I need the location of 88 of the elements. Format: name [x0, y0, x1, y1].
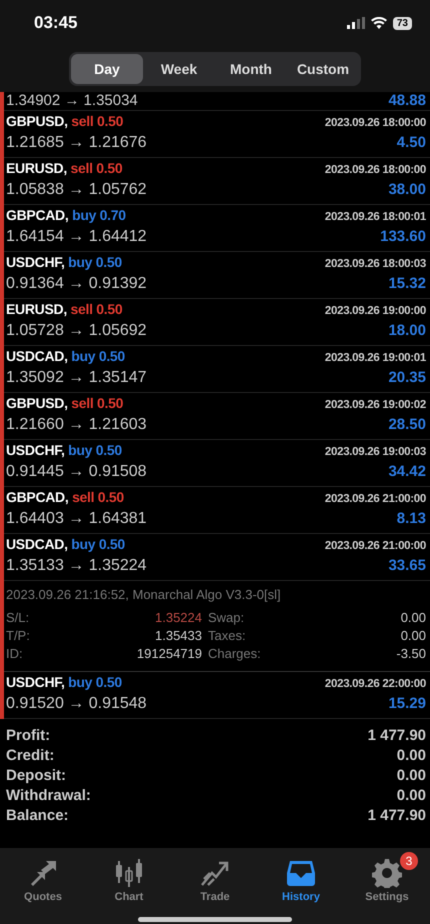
period-tab[interactable]: Custom [287, 54, 359, 84]
detail-value: 0.00 [400, 628, 426, 643]
deal-comment: 2023.09.26 21:16:52, Monarchal Algo V3.3-0[sl] [6, 587, 282, 602]
price-range: 1.34902 → 1.35034 [6, 94, 138, 108]
detail-value: 1.35433 [154, 628, 202, 643]
profit-value: 18.00 [388, 322, 426, 339]
profit-value: 133.60 [380, 228, 426, 245]
detail-label: ID: [6, 646, 24, 661]
deal-title[interactable]: GBPUSD, sell 0.50 [6, 395, 124, 411]
profit-value: 15.32 [388, 275, 426, 292]
price-range: 1.64154 → 1.64412 [6, 228, 147, 246]
price-range: 1.64403 → 1.64381 [6, 510, 147, 528]
period-tab[interactable]: Month [215, 54, 287, 84]
price-range: 0.91445 → 0.91508 [6, 463, 147, 481]
price-range: 0.91520 → 0.91548 [6, 695, 147, 713]
battery-icon: 73 [392, 16, 412, 30]
deal-title[interactable]: USDCAD, buy 0.50 [6, 348, 125, 364]
tab-bar-item[interactable]: Chart [89, 850, 169, 912]
notification-badge: 3 [400, 852, 418, 870]
arrows-icon [29, 860, 57, 886]
summary-value: 1 477.90 [368, 727, 426, 744]
deal-title[interactable]: USDCAD, buy 0.50 [6, 536, 125, 552]
profit-value: 33.65 [388, 557, 426, 574]
price-range: 1.21685 → 1.21676 [6, 134, 147, 152]
price-range: 1.05838 → 1.05762 [6, 181, 147, 199]
summary-label: Deposit: [6, 767, 66, 784]
deal-title[interactable]: USDCHF, buy 0.50 [6, 674, 122, 690]
price-range: 1.35092 → 1.35147 [6, 369, 147, 387]
wifi-icon [370, 17, 387, 29]
deal-time: 2023.09.26 19:00:00 [324, 305, 426, 317]
detail-label: Taxes: [208, 628, 247, 643]
tab-bar-item[interactable]: Quotes [3, 850, 83, 912]
deal-title[interactable]: GBPCAD, sell 0.50 [6, 489, 124, 505]
profit-value: 8.13 [396, 510, 426, 527]
summary-value: 0.00 [396, 747, 426, 764]
detail-label: Charges: [208, 646, 262, 661]
deal-title[interactable]: GBPCAD, buy 0.70 [6, 207, 126, 223]
status-time: 03:45 [34, 13, 78, 33]
profit-value: 48.88 [388, 94, 426, 108]
deal-title[interactable]: USDCHF, buy 0.50 [6, 442, 122, 458]
deal-time: 2023.09.26 19:00:03 [324, 446, 426, 458]
summary-label: Balance: [6, 807, 69, 824]
detail-value: 191254719 [136, 646, 202, 661]
deal-time: 2023.09.26 18:00:01 [324, 211, 426, 223]
deal-title[interactable]: GBPUSD, sell 0.50 [6, 113, 124, 129]
profit-value: 15.29 [388, 695, 426, 712]
price-range: 1.05728 → 1.05692 [6, 322, 147, 340]
period-tab[interactable]: Week [143, 54, 215, 84]
summary-value: 0.00 [396, 787, 426, 804]
tab-bar-item[interactable]: History [261, 850, 341, 912]
detail-value: 0.00 [400, 610, 426, 625]
signal-icon [346, 17, 365, 29]
profit-value: 38.00 [388, 181, 426, 198]
candlestick-icon [114, 859, 144, 887]
summary-value: 0.00 [396, 767, 426, 784]
deal-title[interactable]: EURUSD, sell 0.50 [6, 301, 122, 317]
detail-label: Swap: [208, 610, 246, 625]
summary-label: Withdrawal: [6, 787, 91, 804]
profit-value: 4.50 [396, 134, 426, 151]
price-range: 1.21660 → 1.21603 [6, 416, 147, 434]
deal-time: 2023.09.26 21:00:00 [324, 540, 426, 552]
detail-value: 1.35224 [154, 610, 202, 625]
period-tab[interactable]: Day [71, 54, 143, 84]
deal-time: 2023.09.26 18:00:00 [324, 164, 426, 176]
deal-time: 2023.09.26 18:00:03 [324, 258, 426, 270]
inbox-icon [286, 859, 316, 887]
price-range: 1.35133 → 1.35224 [6, 557, 147, 575]
detail-value: -3.50 [396, 646, 426, 661]
deal-title[interactable]: EURUSD, sell 0.50 [6, 160, 122, 176]
detail-label: S/L: [6, 610, 30, 625]
deal-title[interactable]: USDCHF, buy 0.50 [6, 254, 122, 270]
tab-bar-item[interactable]: Trade [175, 850, 255, 912]
price-range: 0.91364 → 0.91392 [6, 275, 147, 293]
summary-label: Profit: [6, 727, 50, 744]
profit-value: 28.50 [388, 416, 426, 433]
summary-label: Credit: [6, 747, 54, 764]
deal-time: 2023.09.26 22:00:00 [324, 678, 426, 690]
deal-time: 2023.09.26 19:00:02 [324, 399, 426, 411]
deal-time: 2023.09.26 19:00:01 [324, 352, 426, 364]
tab-bar-item[interactable]: 3 Settings [347, 850, 427, 912]
profit-value: 34.42 [388, 463, 426, 480]
deal-time: 2023.09.26 21:00:00 [324, 493, 426, 505]
deal-time: 2023.09.26 18:00:00 [324, 117, 426, 129]
detail-label: T/P: [6, 628, 31, 643]
settings-icon [372, 858, 402, 888]
profit-value: 20.35 [388, 369, 426, 386]
trend-arrow-icon [200, 859, 230, 887]
summary-value: 1 477.90 [368, 807, 426, 824]
